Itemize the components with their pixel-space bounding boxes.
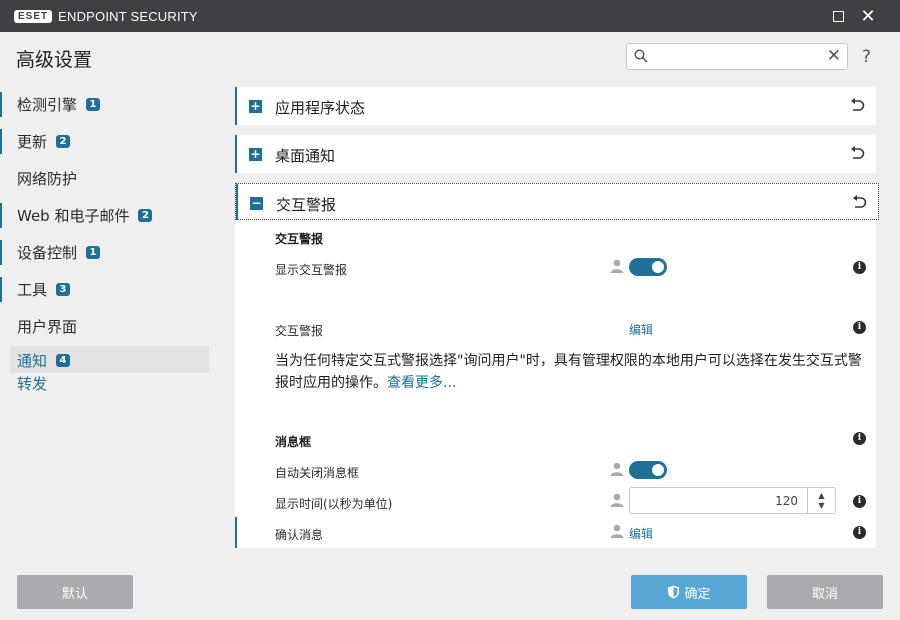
sidebar-badge: 1 [86,98,101,111]
auto-close-label: 自动关闭消息框 [275,466,360,480]
row-marker [235,517,237,548]
sidebar-item-forwarding[interactable]: 转发 [17,373,47,394]
group-title-message-box: 消息框 [275,435,312,449]
revert-icon[interactable] [848,144,866,162]
section-desktop-notifications[interactable]: + 桌面通知 [235,135,876,173]
section-interactive-alerts[interactable]: − 交互警报 [235,183,879,222]
sidebar-item-label: 用户界面 [17,318,78,336]
close-icon: ✕ [860,5,876,27]
maximize-button[interactable] [822,0,854,32]
title-bar: ESET ENDPOINT SECURITY ✕ [0,0,900,32]
section-title: 桌面通知 [275,147,336,165]
sidebar-item-tools[interactable]: 工具 3 [0,271,215,308]
stepper-arrows[interactable]: ▲ ▼ [807,488,835,513]
close-window-button[interactable]: ✕ [852,0,884,32]
search-input[interactable] [653,47,823,66]
sidebar-item-device-control[interactable]: 设备控制 1 [0,234,215,271]
sidebar-item-detection[interactable]: 检测引擎 1 [0,86,215,123]
sidebar-badge: 3 [56,283,71,296]
info-icon[interactable]: i [853,526,866,539]
sidebar-item-label: Web 和电子邮件 [17,207,130,225]
user-policy-icon [610,524,624,538]
sidebar-item-label: 设备控制 [17,244,78,262]
sidebar-item-label: 网络防护 [17,170,78,188]
sidebar-item-user-interface[interactable]: 用户界面 [0,308,215,345]
display-time-label: 显示时间(以秒为单位) [275,497,393,511]
increment-icon[interactable]: ▲ [818,491,824,501]
brand: ESET ENDPOINT SECURITY [14,9,198,24]
auto-close-toggle[interactable] [629,461,667,479]
revert-icon[interactable] [848,96,866,114]
user-policy-icon [610,259,624,273]
product-name: ENDPOINT SECURITY [58,8,198,24]
page-title: 高级设置 [16,49,93,71]
section-title: 应用程序状态 [275,99,366,117]
section-title: 交互警报 [276,196,337,214]
show-alerts-label: 显示交互警报 [275,263,348,277]
clear-search-icon[interactable]: ✕ [827,46,841,66]
confirm-label: 确认消息 [275,528,324,542]
info-icon[interactable]: i [853,495,866,508]
revert-icon[interactable] [850,193,868,211]
info-icon[interactable]: i [853,432,866,445]
sidebar-badge: 2 [56,135,71,148]
ok-button[interactable]: 确定 [631,575,747,609]
sidebar-item-web-email[interactable]: Web 和电子邮件 2 [0,197,215,234]
section-marker [235,87,237,125]
cancel-button[interactable]: 取消 [767,575,883,609]
help-icon[interactable]: ? [862,47,871,67]
sidebar-item-label: 更新 [17,133,48,151]
display-time-stepper[interactable]: 120 ▲ ▼ [629,487,836,514]
sidebar-badge: 1 [86,246,101,259]
shield-icon [668,585,680,599]
expand-icon[interactable]: + [249,148,262,161]
sidebar-badge: 4 [56,354,71,367]
section-marker [236,184,238,222]
decrement-icon[interactable]: ▼ [818,501,824,511]
confirm-edit-link[interactable]: 编辑 [629,525,653,542]
see-more-link[interactable]: 查看更多... [387,375,456,391]
user-policy-icon [610,493,624,507]
user-policy-icon [610,462,624,476]
search-box[interactable]: ✕ [626,43,848,70]
maximize-icon [832,10,844,22]
default-button[interactable]: 默认 [17,575,133,609]
section-app-status[interactable]: + 应用程序状态 [235,87,876,125]
show-alerts-toggle[interactable] [629,258,667,276]
sidebar-item-label: 检测引擎 [17,96,78,114]
description-body: 当为任何特定交互式警报选择"询问用户"时，具有管理权限的本地用户可以选择在发生交… [275,353,862,391]
search-icon [634,49,648,63]
sidebar: 检测引擎 1 更新 2 网络防护 Web 和电子邮件 2 设备控制 1 工具 3 用户界面 [0,86,215,345]
section-marker [235,135,237,173]
display-time-value[interactable]: 120 [775,494,798,508]
sidebar-badge: 2 [138,209,153,222]
sidebar-item-network[interactable]: 网络防护 [0,160,215,197]
eset-logo: ESET [14,9,53,23]
ok-label: 确定 [684,586,711,602]
alerts-edit-link[interactable]: 编辑 [629,321,653,338]
expand-icon[interactable]: + [249,100,262,113]
collapse-icon[interactable]: − [250,197,263,210]
sidebar-item-update[interactable]: 更新 2 [0,123,215,160]
alerts-label: 交互警报 [275,324,324,338]
info-icon[interactable]: i [853,321,866,334]
sidebar-item-label: 通知 [17,352,48,370]
sidebar-item-label: 工具 [17,281,48,299]
description-text: 当为任何特定交互式警报选择"询问用户"时，具有管理权限的本地用户可以选择在发生交… [275,350,870,394]
group-title-interactive-alerts: 交互警报 [275,232,324,246]
sidebar-item-notifications-label-row[interactable]: 通知 4 [17,350,71,371]
info-icon[interactable]: i [853,261,866,274]
